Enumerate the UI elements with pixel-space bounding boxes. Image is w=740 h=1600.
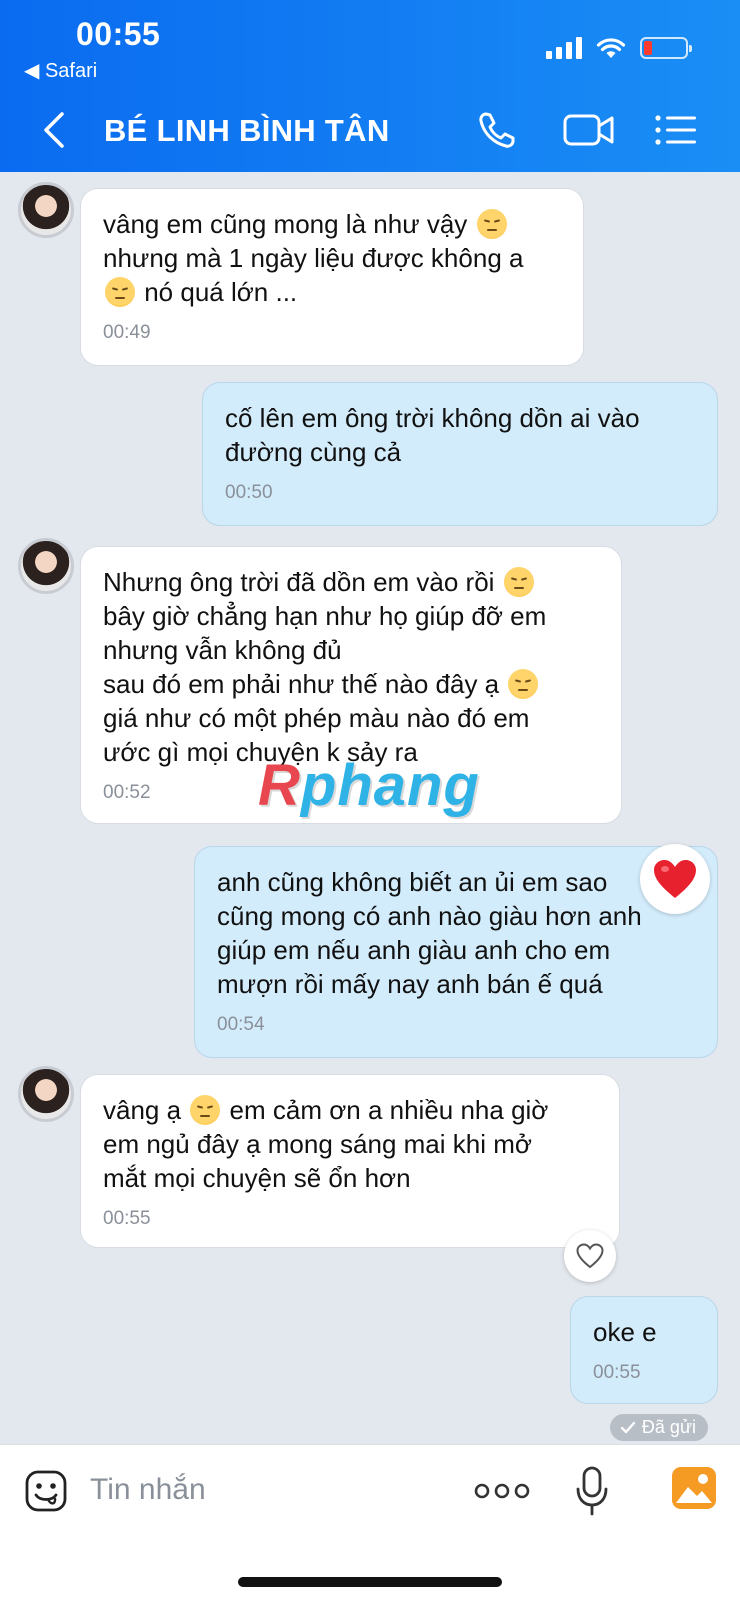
image-gallery-icon[interactable] bbox=[670, 1465, 718, 1511]
message-text: oke e bbox=[593, 1317, 657, 1347]
pensive-face-emoji-icon bbox=[105, 277, 135, 307]
message-time: 00:49 bbox=[103, 322, 151, 343]
check-icon bbox=[620, 1421, 636, 1433]
watermark-logo: Rphang bbox=[258, 753, 480, 818]
message-bubble-outgoing[interactable]: cố lên em ông trời không dồn ai vào đườn… bbox=[202, 382, 718, 526]
status-time: 00:55 bbox=[76, 16, 161, 52]
message-text: anh cũng không biết an ủi em sao cũng mo… bbox=[217, 867, 642, 999]
menu-list-icon[interactable] bbox=[652, 108, 700, 152]
more-dots-icon[interactable] bbox=[474, 1479, 530, 1503]
message-time: 00:54 bbox=[217, 1014, 265, 1035]
home-indicator bbox=[238, 1577, 502, 1587]
heart-outline-icon bbox=[576, 1243, 604, 1269]
message-time: 00:55 bbox=[593, 1362, 641, 1383]
video-call-icon[interactable] bbox=[562, 108, 616, 152]
sent-status-badge: Đã gửi bbox=[609, 1414, 708, 1441]
avatar[interactable] bbox=[18, 538, 74, 594]
pensive-face-emoji-icon bbox=[476, 209, 507, 239]
message-text: Nhưng ông trời đã dồn em vào rồi bây giờ… bbox=[103, 567, 547, 767]
battery-icon bbox=[640, 37, 692, 59]
message-input[interactable]: Tin nhắn bbox=[90, 1473, 206, 1507]
message-bubble-outgoing[interactable]: oke e 00:55 bbox=[570, 1296, 718, 1404]
pensive-face-emoji-icon bbox=[190, 1095, 221, 1125]
message-time: 00:55 bbox=[103, 1208, 151, 1229]
cellular-signal-icon bbox=[546, 37, 582, 59]
heart-reaction[interactable] bbox=[640, 844, 710, 914]
message-text: vâng ạ em cảm ơn a nhiều nha giờ em ngủ … bbox=[103, 1095, 549, 1193]
sent-status-label: Đã gửi bbox=[641, 1417, 696, 1437]
pensive-face-emoji-icon bbox=[508, 669, 539, 699]
message-bubble-incoming[interactable]: vâng em cũng mong là như vậy nhưng mà 1 … bbox=[80, 188, 584, 366]
wifi-icon bbox=[596, 38, 626, 58]
avatar[interactable] bbox=[18, 182, 74, 238]
status-icons bbox=[546, 36, 692, 60]
sticker-icon[interactable] bbox=[24, 1469, 68, 1513]
chat-header: 00:55 ◀ Safari BÉ LINH BÌNH TÂN bbox=[0, 0, 740, 172]
react-button[interactable] bbox=[564, 1230, 616, 1282]
message-text: cố lên em ông trời không dồn ai vào đườn… bbox=[225, 403, 640, 467]
message-bubble-incoming[interactable]: vâng ạ em cảm ơn a nhiều nha giờ em ngủ … bbox=[80, 1074, 620, 1248]
contact-name[interactable]: BÉ LINH BÌNH TÂN bbox=[104, 113, 390, 149]
message-text: vâng em cũng mong là như vậy nhưng mà 1 … bbox=[103, 209, 524, 307]
heart-icon bbox=[654, 860, 696, 898]
message-time: 00:50 bbox=[225, 482, 273, 503]
phone-icon[interactable] bbox=[474, 108, 522, 152]
avatar[interactable] bbox=[18, 1066, 74, 1122]
pensive-face-emoji-icon bbox=[503, 567, 534, 597]
back-chevron-icon[interactable] bbox=[36, 108, 76, 152]
back-to-safari-link[interactable]: ◀ Safari bbox=[24, 58, 97, 83]
message-composer: Tin nhắn bbox=[0, 1444, 740, 1600]
microphone-icon[interactable] bbox=[574, 1465, 610, 1517]
